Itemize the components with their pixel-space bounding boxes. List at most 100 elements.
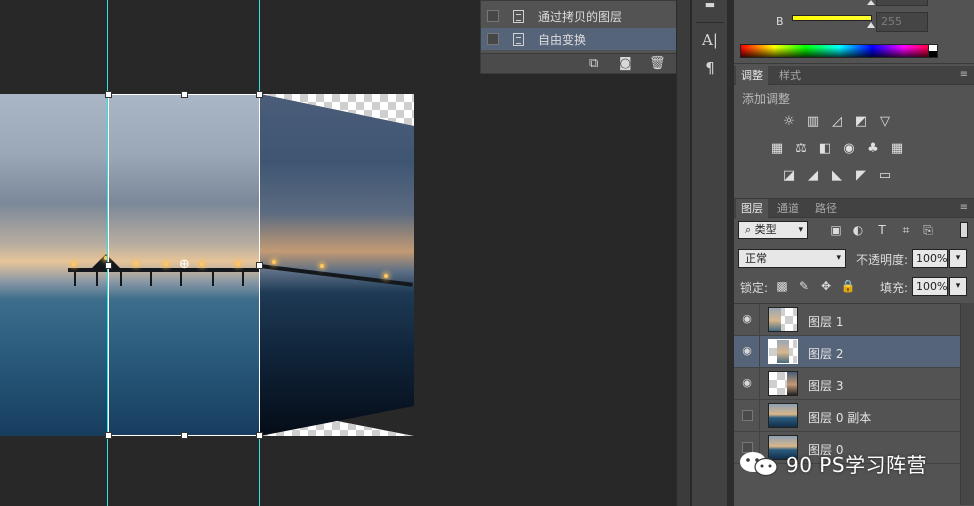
blue-channel-value[interactable]: 255 <box>876 12 928 32</box>
layers-tab-bar: 图层 通道 路径 ≡ <box>734 199 974 218</box>
tab-channels[interactable]: 通道 <box>772 199 804 218</box>
fill-dropdown-icon[interactable]: ▾ <box>949 277 967 296</box>
lock-position-icon[interactable]: ✥ <box>818 278 834 294</box>
lock-image-pixels-icon[interactable]: ✎ <box>796 278 812 294</box>
opacity-label: 不透明度: <box>856 253 909 267</box>
opacity-dropdown-icon[interactable]: ▾ <box>949 249 967 268</box>
blue-slider-thumb[interactable] <box>867 22 875 28</box>
tab-adjustments[interactable]: 调整 <box>736 66 768 85</box>
layer-name: 图层 0 副本 <box>808 411 872 425</box>
layer-thumbnail <box>768 371 798 396</box>
character-panel-icon[interactable]: A| <box>698 29 722 51</box>
layer-row-1[interactable]: ◉ 图层 1 <box>734 304 960 336</box>
shape-layer-filter-icon[interactable]: ⌗ <box>898 222 914 238</box>
invert-icon[interactable]: ◪ <box>780 168 798 184</box>
layer-name: 图层 3 <box>808 379 844 393</box>
transform-handle-bottom-right[interactable] <box>256 432 263 439</box>
selective-color-icon[interactable]: ◤ <box>852 168 870 184</box>
fill-label: 填充: <box>880 281 909 295</box>
color-balance-icon[interactable]: ⚖ <box>792 141 810 157</box>
tab-paths[interactable]: 路径 <box>810 199 842 218</box>
trash-icon[interactable]: 🗑 <box>649 56 666 71</box>
threshold-icon[interactable]: ◣ <box>828 168 846 184</box>
tab-styles[interactable]: 样式 <box>774 66 806 85</box>
transform-handle-bottom[interactable] <box>181 432 188 439</box>
history-item[interactable]: 通过拷贝的图层 <box>481 5 677 27</box>
color-value-field[interactable]: 255 <box>876 0 928 6</box>
lock-all-icon[interactable]: 🔒 <box>840 278 856 294</box>
visibility-cell[interactable]: ◉ <box>734 368 760 400</box>
posterize-icon[interactable]: ◢ <box>804 168 822 184</box>
visibility-cell[interactable]: ◉ <box>734 304 760 336</box>
gradient-map-icon[interactable]: ▭ <box>876 168 894 184</box>
transform-handle-top[interactable] <box>181 91 188 98</box>
black-white-swatch[interactable] <box>928 44 938 58</box>
panel-dock-divider[interactable] <box>676 0 690 506</box>
history-item-selected[interactable]: 自由变换 <box>481 28 677 50</box>
smart-object-filter-icon[interactable]: ⎘ <box>920 222 936 238</box>
curves-icon[interactable]: ◿ <box>828 114 846 130</box>
pixel-layer-filter-icon[interactable]: ▣ <box>828 222 844 238</box>
layer-filter-value: 类型 <box>754 223 777 236</box>
search-icon: ⌕ <box>745 223 755 236</box>
document-state-icon <box>513 9 524 23</box>
history-snapshot-checkbox[interactable] <box>487 10 499 22</box>
layer-row-0-copy[interactable]: 图层 0 副本 <box>734 400 960 432</box>
blend-mode-select[interactable]: 正常 ▾ <box>738 249 846 268</box>
watermark-text: 90 PS学习阵营 <box>786 453 928 477</box>
blend-mode-value: 正常 <box>745 252 767 265</box>
layer-name: 图层 1 <box>808 315 844 329</box>
layer-row-3[interactable]: ◉ 图层 3 <box>734 368 960 400</box>
vibrance-icon[interactable]: ▽ <box>876 114 894 130</box>
levels-icon[interactable]: ▥ <box>804 114 822 130</box>
eye-icon[interactable]: ◉ <box>741 313 753 324</box>
history-snapshot-checkbox[interactable] <box>487 33 499 45</box>
photo-filter-icon[interactable]: ◉ <box>840 141 858 157</box>
history-panel-icon[interactable]: ▬ <box>698 0 722 16</box>
exposure-icon[interactable]: ◩ <box>852 114 870 130</box>
panel-menu-icon[interactable]: ≡ <box>960 202 968 213</box>
type-layer-filter-icon[interactable]: T <box>874 222 890 238</box>
layer-thumbnail <box>768 307 798 332</box>
hue-saturation-icon[interactable]: ▦ <box>768 141 786 157</box>
paragraph-panel-icon[interactable]: ¶ <box>698 57 722 79</box>
layer-filter-select[interactable]: ⌕ 类型 ▾ <box>738 221 808 239</box>
layer-thumbnail <box>768 403 798 428</box>
slider-thumb[interactable] <box>867 0 875 5</box>
fill-input[interactable]: 100% <box>912 277 948 296</box>
photoshop-window: ⊕ 通过拷贝的图层 自由变换 ⧉ ◙ 🗑 ▬ A| ¶ 255 <box>0 0 974 506</box>
blue-channel-slider[interactable] <box>792 15 872 21</box>
color-lookup-icon[interactable]: ▦ <box>888 141 906 157</box>
document-canvas[interactable]: ⊕ <box>0 0 690 506</box>
transform-handle-bottom-left[interactable] <box>105 432 112 439</box>
color-spectrum-ramp[interactable] <box>740 44 938 58</box>
filter-toggle-switch[interactable] <box>960 222 968 238</box>
visibility-cell[interactable] <box>734 400 760 432</box>
lock-transparent-pixels-icon[interactable]: ▩ <box>774 278 790 294</box>
brightness-contrast-icon[interactable]: ☼ <box>780 114 798 130</box>
new-document-from-state-icon[interactable]: ⧉ <box>589 56 598 71</box>
color-panel: 255 B 255 <box>734 0 974 64</box>
adjustment-layer-filter-icon[interactable]: ◐ <box>850 222 866 238</box>
transform-handle-left[interactable] <box>105 262 112 269</box>
camera-icon[interactable]: ◙ <box>619 56 632 71</box>
eye-icon[interactable]: ◉ <box>741 377 753 388</box>
black-white-icon[interactable]: ◧ <box>816 141 834 157</box>
transform-center-crosshair-icon[interactable]: ⊕ <box>178 258 191 271</box>
transform-handle-top-left[interactable] <box>105 91 112 98</box>
visibility-cell[interactable]: ◉ <box>734 336 760 368</box>
eye-icon[interactable]: ◉ <box>741 345 753 356</box>
transform-handle-right[interactable] <box>256 262 263 269</box>
history-footer: ⧉ ◙ 🗑 <box>481 53 689 73</box>
transform-handle-top-right[interactable] <box>256 91 263 98</box>
history-item-label: 通过拷贝的图层 <box>538 9 623 24</box>
tab-layers[interactable]: 图层 <box>736 199 768 218</box>
pier-photo-warped[interactable] <box>260 94 414 436</box>
panel-menu-icon[interactable]: ≡ <box>960 69 968 80</box>
pier-leg <box>96 272 98 286</box>
layer-row-2[interactable]: ◉ 图层 2 <box>734 336 960 368</box>
opacity-input[interactable]: 100% <box>912 249 948 268</box>
adjustments-panel: 调整 样式 ≡ 添加调整 ☼ ▥ ◿ ◩ ▽ ▦ ⚖ ◧ ◉ ♣ ▦ ◪ ◢ ◣… <box>734 66 974 196</box>
channel-mixer-icon[interactable]: ♣ <box>864 141 882 157</box>
visibility-off-box[interactable] <box>742 410 753 421</box>
